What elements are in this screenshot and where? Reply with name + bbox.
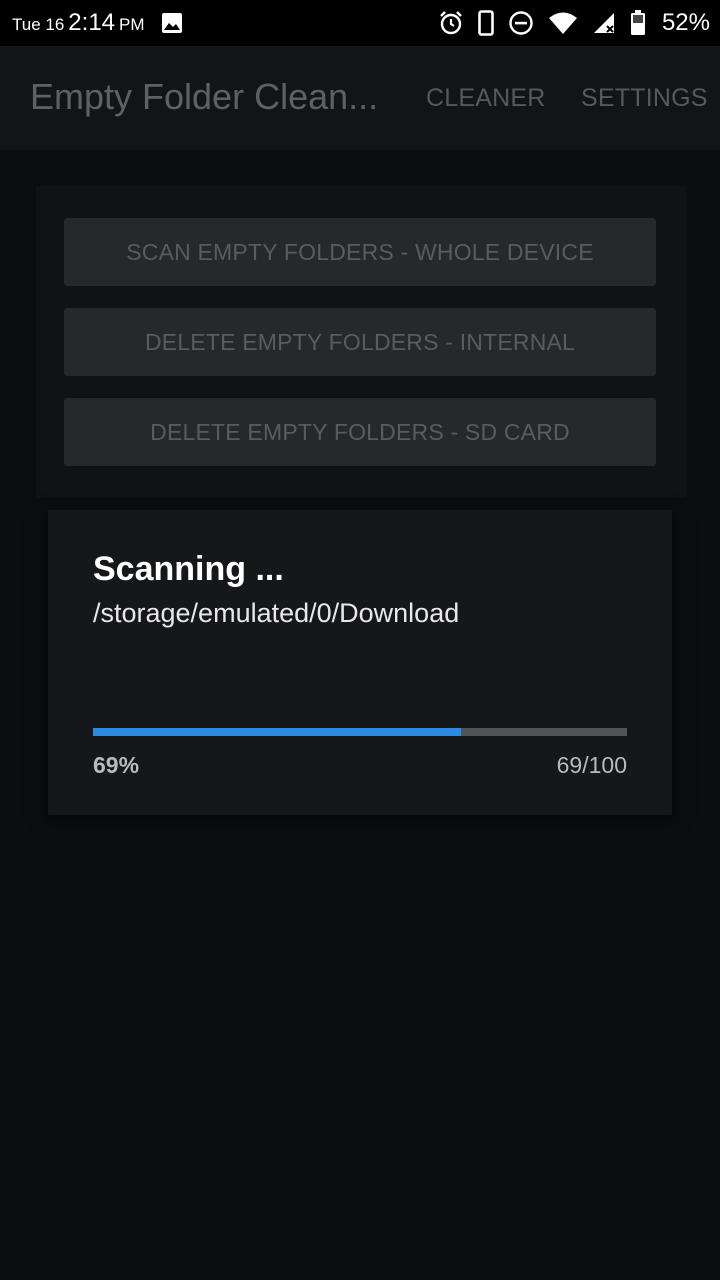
screen: Tue 16 2:14 PM 52% Empty Folder Clean...… [0, 0, 720, 1280]
dnd-icon [508, 10, 534, 36]
signal-icon [592, 11, 616, 35]
tab-settings[interactable]: SETTINGS [581, 84, 708, 113]
scan-path: /storage/emulated/0/Download [93, 598, 460, 628]
progress-count: 69/100 [556, 752, 627, 778]
status-day: Tue 16 [12, 15, 65, 34]
battery-percent: 52% [661, 9, 710, 36]
progress-bar [93, 728, 627, 736]
scan-whole-device-button[interactable]: SCAN EMPTY FOLDERS - WHOLE DEVICE [64, 218, 656, 286]
scanning-dialog: Scanning ... /storage/emulated/0/Downloa… [48, 510, 672, 815]
progress-percent: 69% [93, 752, 140, 778]
app-bar: Empty Folder Clean... CLEANER SETTINGS [0, 46, 720, 150]
dialog-title: Scanning ... [93, 550, 284, 588]
status-ampm: PM [119, 15, 145, 34]
image-icon [161, 12, 183, 34]
status-icons: 52% [438, 9, 710, 37]
tab-cleaner[interactable]: CLEANER [426, 84, 546, 113]
progress-fill [93, 728, 462, 736]
battery-icon [630, 10, 646, 36]
status-time: 2:14 [68, 9, 116, 36]
alarm-icon [438, 10, 464, 36]
actions-card: SCAN EMPTY FOLDERS - WHOLE DEVICE DELETE… [36, 186, 686, 498]
wifi-icon [548, 11, 578, 35]
delete-sd-card-button[interactable]: DELETE EMPTY FOLDERS - SD CARD [64, 398, 656, 466]
status-clock: Tue 16 2:14 PM [12, 9, 183, 37]
phone-icon [478, 10, 494, 36]
status-bar: Tue 16 2:14 PM 52% [0, 0, 720, 46]
app-title: Empty Folder Clean... [30, 76, 379, 117]
delete-internal-button[interactable]: DELETE EMPTY FOLDERS - INTERNAL [64, 308, 656, 376]
